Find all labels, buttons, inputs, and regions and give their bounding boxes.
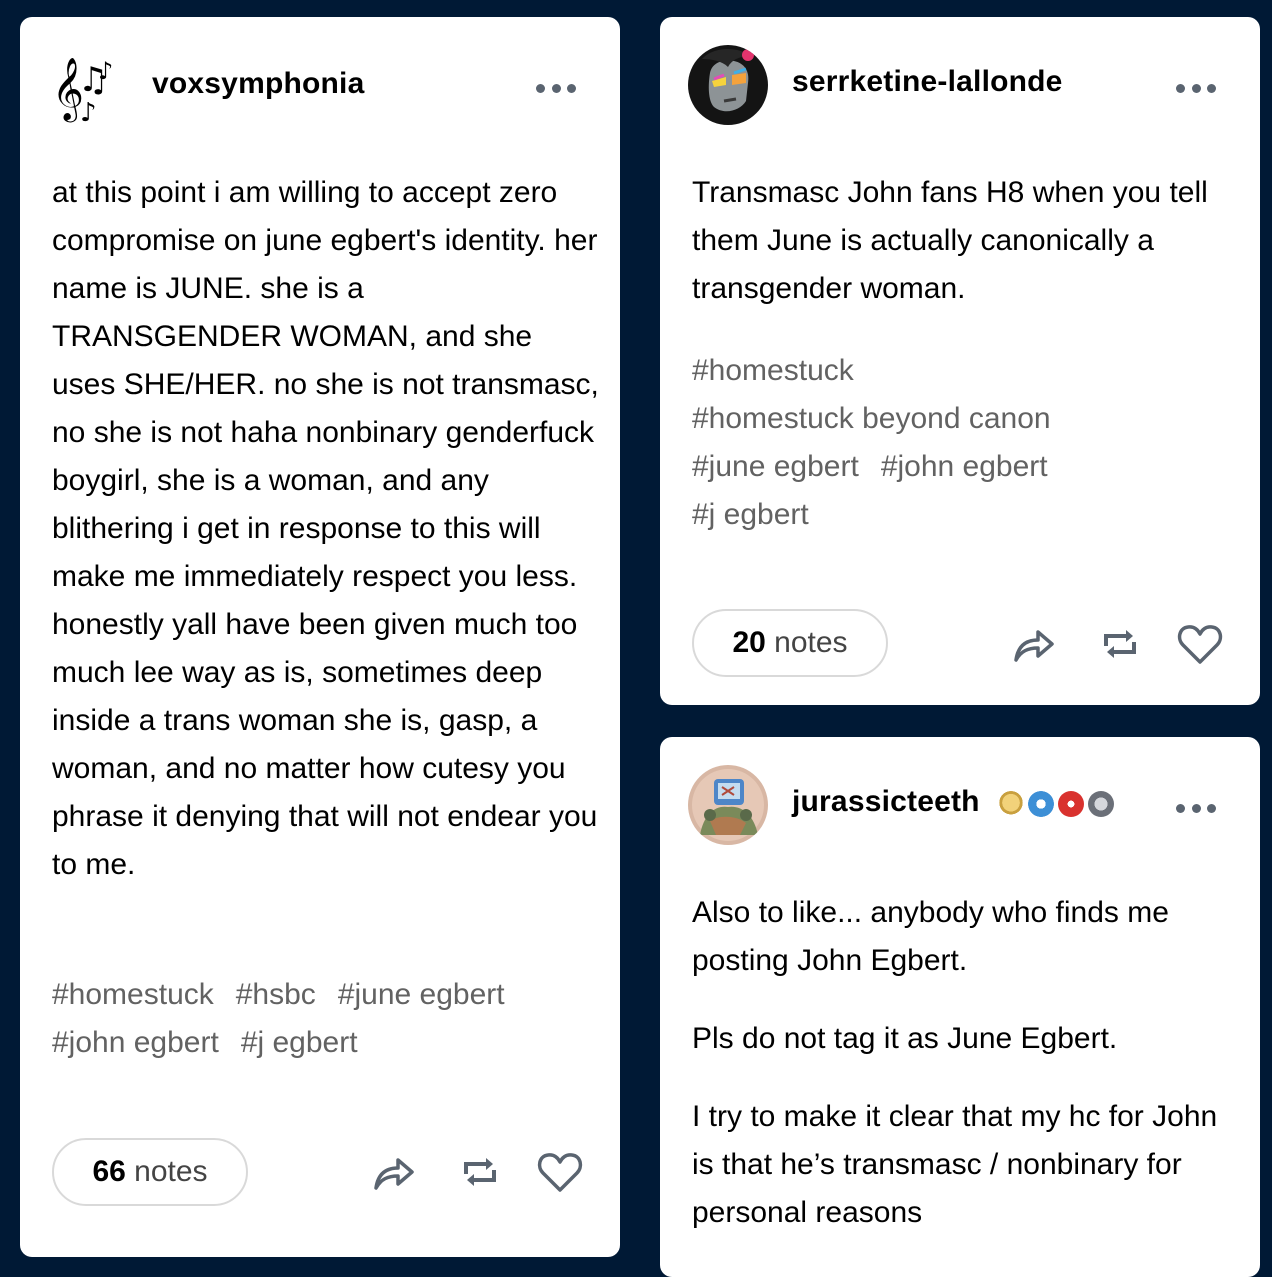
post-paragraph: Also to like... anybody who finds me pos… [692,896,1169,977]
tag[interactable]: #john egbert [881,443,1048,491]
blog-name[interactable]: voxsymphonia [152,67,364,101]
character-avatar-icon[interactable] [688,45,768,125]
blog-name[interactable]: jurassicteeth [792,785,1118,820]
post-actions [370,1148,590,1196]
tag[interactable]: #homestuck [52,971,214,1019]
dice-badge-icon[interactable] [1058,791,1085,818]
character-avatar-icon[interactable] [688,765,768,845]
share-icon[interactable] [1010,620,1058,668]
reblog-icon[interactable] [1096,620,1144,668]
post-paragraph: I try to make it clear that my hc for Jo… [692,1100,1218,1229]
tag[interactable]: #june egbert [338,971,505,1019]
like-icon[interactable] [1176,620,1224,668]
post-body: at this point i am willing to accept zer… [52,169,600,889]
notes-count: 66 [92,1155,126,1188]
notes-count: 20 [732,626,766,659]
post-actions [1010,620,1230,668]
more-options-icon[interactable] [1176,83,1216,93]
notes-button[interactable]: 66 notes [52,1138,248,1206]
post-header: 𝄞 ♫ ♪ ♪ voxsymphonia [20,17,620,153]
post-header: serrketine-lallonde [660,17,1260,153]
tag[interactable]: #john egbert [52,1019,219,1067]
like-icon[interactable] [536,1148,584,1196]
post-tags: #homestuck #hsbc #june egbert #john egbert… [52,971,600,1067]
straw-hat-badge-icon[interactable] [998,791,1025,818]
svg-text:♪: ♪ [98,57,113,85]
post-card: jurassicteeth Also to like... anybody wh… [660,737,1260,1277]
notes-button[interactable]: 20 notes [692,609,888,677]
post-card: serrketine-lallonde Transmasc John fans … [660,17,1260,705]
post-paragraph: Transmasc John fans H8 when you tell the… [692,176,1208,305]
notes-label: notes [134,1155,208,1188]
post-card: 𝄞 ♫ ♪ ♪ voxsymphonia at this point i am … [20,17,620,1257]
more-options-icon[interactable] [536,83,576,93]
badge-list [998,786,1118,820]
notes-label: notes [774,626,848,659]
post-header: jurassicteeth [660,737,1260,873]
more-options-icon[interactable] [1176,803,1216,813]
chattering-teeth-badge-icon[interactable] [1028,791,1055,818]
blog-name[interactable]: serrketine-lallonde [792,65,1063,99]
tag[interactable]: #homestuck [692,347,854,395]
reblog-icon[interactable] [456,1148,504,1196]
music-notes-icon[interactable]: 𝄞 ♫ ♪ ♪ [48,45,128,125]
share-icon[interactable] [370,1148,418,1196]
tag[interactable]: #hsbc [236,971,316,1019]
post-body: Transmasc John fans H8 when you tell the… [692,169,1232,313]
post-body: Also to like... anybody who finds me pos… [692,889,1232,1237]
mask-badge-icon[interactable] [1088,791,1115,818]
tag[interactable]: #j egbert [692,491,809,539]
tag[interactable]: #homestuck beyond canon [692,395,1051,443]
tag[interactable]: #j egbert [241,1019,358,1067]
post-paragraph: at this point i am willing to accept zer… [52,176,599,881]
blog-name-text: jurassicteeth [792,785,980,818]
tag[interactable]: #june egbert [692,443,859,491]
post-tags: #homestuck #homestuck beyond canon #june… [692,347,1240,539]
post-paragraph: Pls do not tag it as June Egbert. [692,1022,1118,1055]
svg-text:♪: ♪ [80,98,97,125]
